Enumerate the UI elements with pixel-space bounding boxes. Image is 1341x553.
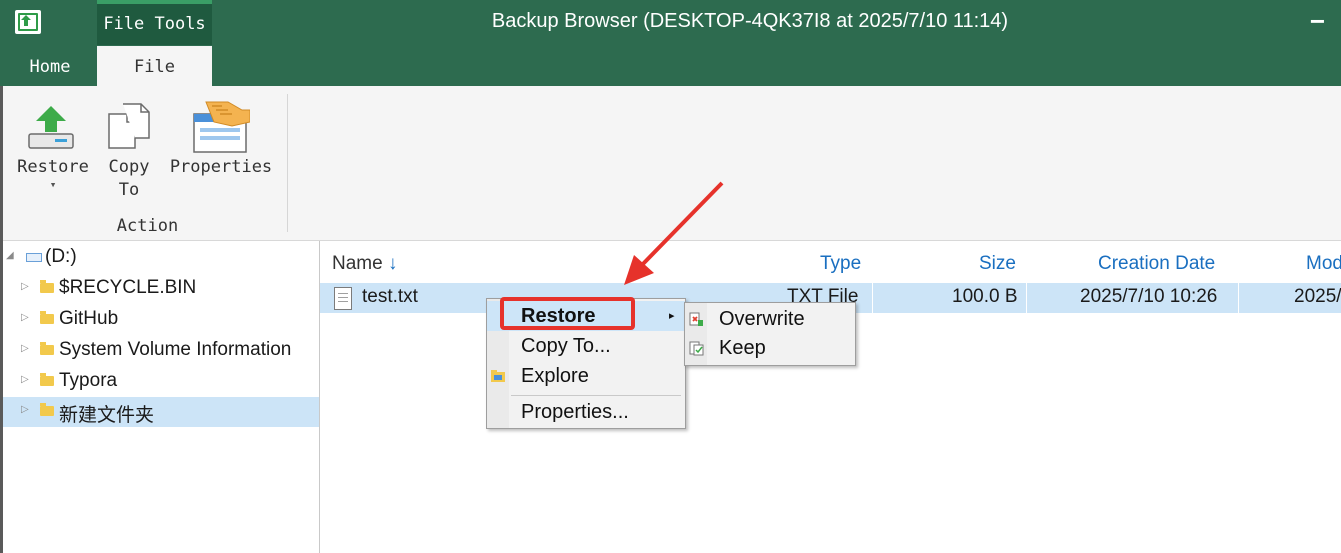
- explore-folder-icon: [491, 370, 505, 382]
- sort-descending-icon: ↓: [387, 253, 398, 274]
- properties-label: Properties: [169, 157, 273, 177]
- tree-item-label: System Volume Information: [59, 339, 292, 360]
- tree-item-root[interactable]: ◢ (D:): [3, 243, 319, 273]
- expand-icon[interactable]: ▷: [21, 281, 29, 292]
- tree-item-label: 新建文件夹: [59, 405, 155, 426]
- keep-icon: [689, 341, 704, 356]
- tab-file-tools: File Tools: [97, 0, 212, 45]
- restore-submenu: Overwrite Keep: [684, 302, 856, 366]
- tab-file[interactable]: File: [97, 46, 212, 86]
- window-title: Backup Browser (DESKTOP-4QK37I8 at 2025/…: [491, 10, 1009, 32]
- folder-icon: [40, 311, 54, 324]
- cell-creation-date: 2025/7/10 10:26: [1080, 286, 1218, 307]
- annotation-arrow-icon: [624, 181, 724, 285]
- submenu-arrow-icon: ▸: [669, 310, 675, 322]
- expand-icon[interactable]: ▷: [21, 374, 29, 385]
- tree-item-typora[interactable]: ▷ Typora: [3, 367, 319, 397]
- column-header-name[interactable]: Name ↓: [332, 253, 397, 275]
- collapse-icon[interactable]: ◢: [6, 250, 14, 261]
- column-header-creation-date[interactable]: Creation Date: [1098, 253, 1215, 275]
- restore-icon: [28, 106, 74, 149]
- copy-icon: [108, 103, 150, 149]
- app-icon[interactable]: [15, 10, 41, 34]
- minimize-button[interactable]: −: [1300, 4, 1335, 38]
- menu-item-keep[interactable]: Keep: [685, 334, 855, 363]
- folder-icon: [40, 342, 54, 355]
- menu-item-overwrite[interactable]: Overwrite: [685, 305, 855, 334]
- ribbon-group-label: Action: [116, 216, 179, 236]
- menu-item-copy-to[interactable]: Copy To...: [487, 331, 685, 361]
- properties-button[interactable]: Properties: [166, 86, 276, 206]
- column-header-modified[interactable]: Mod: [1306, 253, 1341, 275]
- to-label: To: [118, 180, 140, 200]
- cell-modified: 2025/: [1294, 286, 1341, 307]
- ribbon-separator: [287, 94, 288, 232]
- text-file-icon: [334, 287, 352, 310]
- title-bar: File Tools Backup Browser (DESKTOP-4QK37…: [0, 0, 1341, 86]
- tree-item-label: (D:): [45, 246, 77, 267]
- restore-dropdown-icon[interactable]: ▾: [12, 179, 94, 191]
- cell-name: test.txt: [362, 286, 418, 307]
- copy-label: Copy: [108, 157, 150, 177]
- expand-icon[interactable]: ▷: [21, 312, 29, 323]
- restore-label: Restore: [17, 157, 89, 177]
- tree-item-github[interactable]: ▷ GitHub: [3, 305, 319, 335]
- expand-icon[interactable]: ▷: [21, 404, 29, 415]
- restore-highlight-box: [500, 297, 635, 330]
- expand-icon[interactable]: ▷: [21, 343, 29, 354]
- copy-to-button[interactable]: Copy To: [103, 86, 155, 206]
- tree-item-system-volume-information[interactable]: ▷ System Volume Information: [3, 336, 319, 366]
- tree-item-recycle-bin[interactable]: ▷ $RECYCLE.BIN: [3, 274, 319, 304]
- tree-item-new-folder[interactable]: ▷ 新建文件夹: [3, 397, 319, 427]
- folder-icon: [40, 403, 54, 416]
- tab-home[interactable]: Home: [6, 48, 94, 86]
- cell-size: 100.0 B: [952, 286, 1018, 307]
- column-header-size[interactable]: Size: [979, 253, 1016, 275]
- tree-item-label: GitHub: [59, 308, 119, 329]
- overwrite-icon: [689, 312, 703, 326]
- menu-item-explore[interactable]: Explore: [487, 361, 685, 391]
- folder-icon: [40, 280, 54, 293]
- restore-button[interactable]: Restore ▾: [12, 86, 94, 206]
- file-list: Name ↓ Type Size Creation Date Mod test.…: [320, 241, 1341, 553]
- tree-item-label: $RECYCLE.BIN: [59, 277, 197, 298]
- folder-tree: ◢ (D:) ▷ $RECYCLE.BIN ▷ GitHub ▷ System …: [3, 241, 320, 553]
- folder-icon: [40, 373, 54, 386]
- menu-item-properties[interactable]: Properties...: [487, 397, 685, 427]
- drive-icon: [26, 253, 42, 262]
- column-header-type[interactable]: Type: [820, 253, 861, 275]
- tree-item-label: Typora: [59, 370, 118, 391]
- properties-icon: [193, 101, 250, 153]
